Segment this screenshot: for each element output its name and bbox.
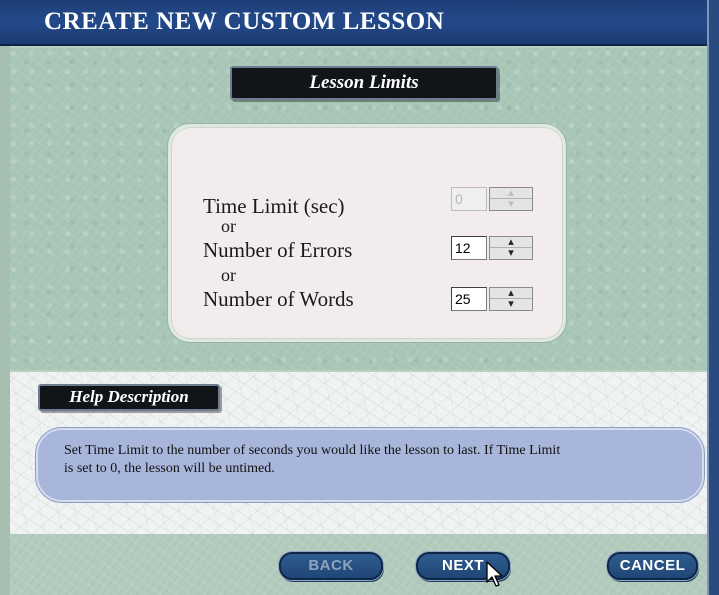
help-text-line-2: is set to 0, the lesson will be untimed. <box>64 461 275 476</box>
spin-down-icon: ▾ <box>508 198 514 210</box>
app-window: CREATE NEW CUSTOM LESSON Lesson Limits T… <box>0 0 719 595</box>
left-border <box>0 46 10 595</box>
time-limit-spinner: 0 ▴ ▾ <box>451 187 535 211</box>
errors-spinner[interactable]: 12 ▴ ▾ <box>451 236 535 260</box>
or-separator-2: or <box>221 265 236 285</box>
words-spinner[interactable]: 25 ▴ ▾ <box>451 287 535 311</box>
window-title: CREATE NEW CUSTOM LESSON <box>44 8 445 35</box>
help-text-line-1: Set Time Limit to the number of seconds … <box>64 443 561 458</box>
words-label: Number of Words <box>203 287 354 311</box>
errors-input[interactable]: 12 <box>451 236 487 260</box>
mouse-pointer-icon <box>486 561 503 587</box>
words-input[interactable]: 25 <box>451 287 487 311</box>
words-spin-buttons[interactable]: ▴ ▾ <box>489 287 533 311</box>
spin-down-icon[interactable]: ▾ <box>490 248 532 259</box>
or-separator-1: or <box>221 216 236 236</box>
right-border <box>707 0 719 595</box>
help-description-heading: Help Description <box>38 384 220 411</box>
back-button[interactable]: BACK <box>279 552 383 580</box>
errors-spin-buttons[interactable]: ▴ ▾ <box>489 236 533 260</box>
time-limit-spin-buttons: ▴ ▾ <box>489 187 533 211</box>
help-description-box: Set Time Limit to the number of seconds … <box>36 428 704 502</box>
cancel-button[interactable]: CANCEL <box>607 552 698 580</box>
title-bar: CREATE NEW CUSTOM LESSON <box>0 0 719 46</box>
lesson-limits-heading: Lesson Limits <box>230 66 498 100</box>
spin-down-icon[interactable]: ▾ <box>490 299 532 310</box>
time-limit-input: 0 <box>451 187 487 211</box>
errors-label: Number of Errors <box>203 238 353 262</box>
